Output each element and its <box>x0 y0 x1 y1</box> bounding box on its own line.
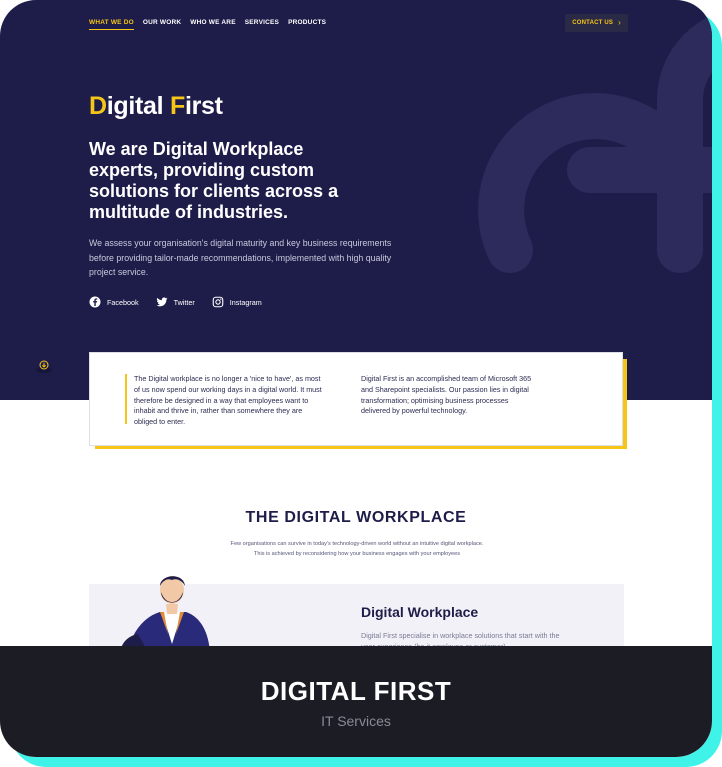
portfolio-card: WHAT WE DO OUR WORK WHO WE ARE SERVICES … <box>0 0 712 757</box>
caption-subtitle: IT Services <box>321 713 391 729</box>
social-label-facebook: Facebook <box>107 297 139 307</box>
contact-us-button[interactable]: CONTACT US › <box>565 14 628 32</box>
social-link-instagram[interactable]: Instagram <box>212 296 262 308</box>
scroll-down-icon[interactable] <box>35 358 53 374</box>
nav-item-products[interactable]: PRODUCTS <box>288 19 326 30</box>
arrow-right-icon: › <box>618 18 621 27</box>
nav-item-our-work[interactable]: OUR WORK <box>143 19 181 30</box>
hero-section: WHAT WE DO OUR WORK WHO WE ARE SERVICES … <box>0 0 712 400</box>
quote-left-text: The Digital workplace is no longer a 'ni… <box>134 374 322 427</box>
businessman-illustration <box>120 576 210 652</box>
social-link-facebook[interactable]: Facebook <box>89 296 139 308</box>
social-label-instagram: Instagram <box>229 297 262 307</box>
caption-title: DIGITAL FIRST <box>260 676 452 706</box>
social-label-twitter: Twitter <box>173 297 195 307</box>
brand-mark-watermark <box>478 15 712 273</box>
instagram-icon <box>212 296 224 308</box>
quote-accent-bar <box>125 374 127 424</box>
feature-title: Digital Workplace <box>361 604 479 620</box>
digital-first-logo[interactable]: Digital First <box>89 92 223 121</box>
social-links: Facebook Twitter Instagram <box>89 296 262 308</box>
contact-us-label: CONTACT US <box>572 20 614 26</box>
section-subtitle: Few organisations can survive in today's… <box>230 541 484 557</box>
twitter-icon <box>156 297 168 307</box>
hero-description: We assess your organisation's digital ma… <box>89 238 392 277</box>
nav-item-services[interactable]: SERVICES <box>245 19 279 30</box>
facebook-icon <box>89 296 101 308</box>
section-title: THE DIGITAL WORKPLACE <box>245 509 467 526</box>
hero-title: We are Digital Workplace experts, provid… <box>89 139 339 222</box>
main-nav: WHAT WE DO OUR WORK WHO WE ARE SERVICES … <box>89 19 326 30</box>
social-link-twitter[interactable]: Twitter <box>156 296 195 308</box>
nav-item-what-we-do[interactable]: WHAT WE DO <box>89 19 134 30</box>
nav-item-who-we-are[interactable]: WHO WE ARE <box>190 19 235 30</box>
quote-right-text: Digital First is an accomplished team of… <box>361 374 532 416</box>
